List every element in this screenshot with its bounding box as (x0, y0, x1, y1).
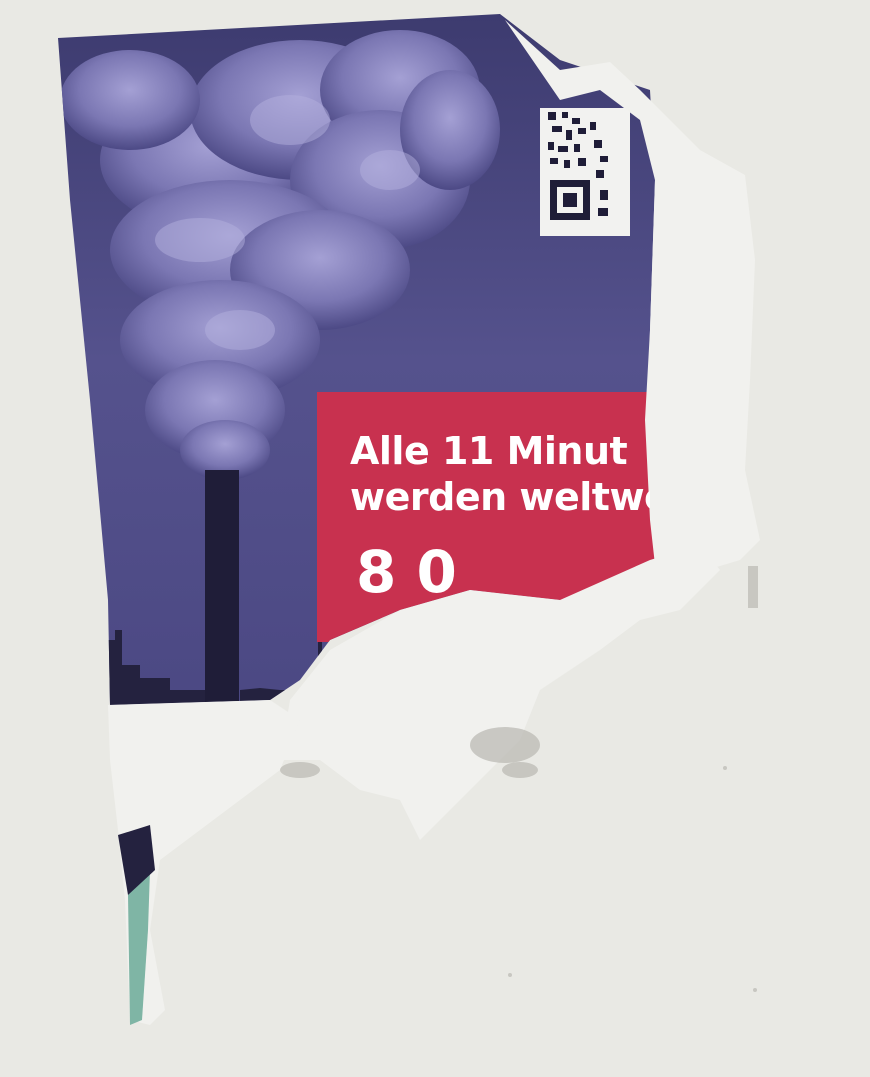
big-number-fragment: 8 0 (356, 540, 457, 596)
headline-line-2: werden weltwe (350, 475, 650, 519)
qr-code-icon (540, 108, 630, 236)
poster-headline: Alle 11 Minut werden weltwe (350, 428, 650, 558)
headline-line-1: Alle 11 Minut (350, 429, 628, 473)
chimney (205, 470, 239, 705)
